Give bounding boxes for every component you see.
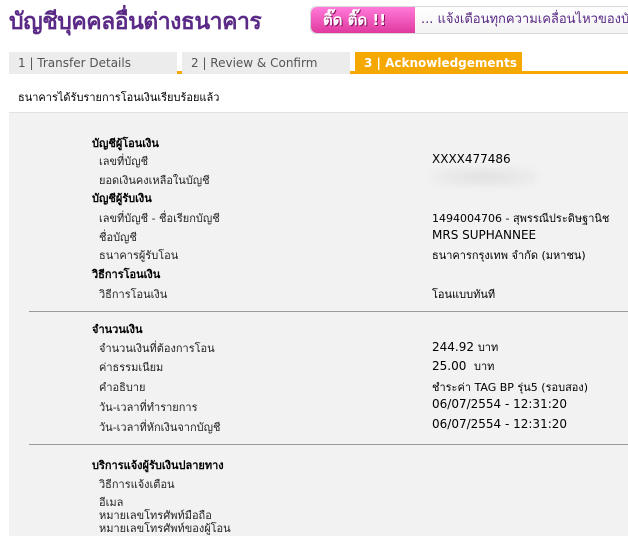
amount-heading: จำนวนเงิน (92, 323, 143, 336)
section-divider (29, 444, 628, 445)
notify-method-label: วิธีการแจ้งเตือน (99, 478, 175, 491)
receiving-bank-label: ธนาคารผู้รับโอน (99, 249, 179, 262)
account-name-value: MRS SUPHANNEE (432, 228, 537, 242)
account-name-label: ชื่อบัญชี (99, 231, 137, 244)
tab-review-confirm[interactable]: 2 | Review & Confirm (182, 52, 350, 74)
banner-text: ... แจ้งเตือนทุกความเคลื่อนไหวของบัญ (421, 12, 628, 27)
receiving-bank-value: ธนาคารกรุงเทพ จำกัด (มหาชน) (432, 249, 586, 262)
description-label: คำอธิบาย (99, 381, 146, 394)
fee-label: ค่าธรรมเนียม (99, 361, 164, 374)
balance-value-redacted (432, 166, 538, 188)
debit-time-value: 06/07/2554 - 12:31:20 (432, 417, 568, 431)
from-account-no-label: เลขที่บัญชี (99, 155, 149, 168)
section-divider (29, 311, 628, 312)
fee-value: 25.00 บาท (432, 359, 495, 373)
description-value: ชำระค่า TAG BP รุ่น5 (รอบสอง) (432, 381, 589, 394)
tab-acknowledgements[interactable]: 3 | Acknowledgements (355, 52, 522, 74)
tab-transfer-details[interactable]: 1 | Transfer Details (9, 52, 177, 74)
notify-heading: บริการแจ้งผู้รับเงินปลายทาง (92, 459, 224, 472)
transaction-time-label: วัน-เวลาที่ทำรายการ (99, 401, 198, 414)
amount-label: จำนวนเงินที่ต้องการโอน (99, 342, 215, 355)
sender-phone-label: หมายเลขโทรศัพท์ของผู้โอน (99, 522, 231, 535)
amount-unit: บาท (477, 341, 499, 354)
from-account-no-value: XXXX477486 (432, 152, 511, 166)
acknowledgement-panel: บัญชีผู้โอนเงิน เลขที่บัญชี XXXX477486 ย… (9, 112, 628, 536)
step-tabs: 1 | Transfer Details 2 | Review & Confir… (9, 52, 628, 74)
transaction-time-value: 06/07/2554 - 12:31:20 (432, 397, 568, 411)
debit-time-label: วัน-เวลาที่หักเงินจากบัญชี (99, 421, 221, 434)
transfer-method-heading: วิธีการโอนเงิน (92, 268, 161, 281)
from-account-heading: บัญชีผู้โอนเงิน (92, 137, 159, 150)
banner-badge: ติ๊ด ติ๊ด !! (311, 7, 415, 33)
to-account-value: 1494004706 - สุพรรณีประดิษฐานิช (432, 212, 610, 225)
balance-label: ยอดเงินคงเหลือในบัญชี (99, 174, 210, 187)
transfer-method-value: โอนแบบทันที (432, 288, 496, 301)
status-message: ธนาคารได้รับรายการโอนเงินเรียบร้อยแล้ว (18, 91, 220, 104)
to-account-label: เลขที่บัญชี - ชื่อเรียกบัญชี (99, 212, 220, 225)
page-title: บัญชีบุคคลอื่นต่างธนาคาร (9, 9, 262, 35)
amount-value: 244.92 บาท (432, 340, 499, 354)
promo-banner[interactable]: ติ๊ด ติ๊ด !! ... แจ้งเตือนทุกความเคลื่อน… (310, 6, 628, 34)
fee-unit: บาท (474, 360, 495, 373)
transfer-method-label: วิธีการโอนเงิน (99, 288, 168, 301)
to-account-heading: บัญชีผู้รับเงิน (92, 192, 152, 205)
